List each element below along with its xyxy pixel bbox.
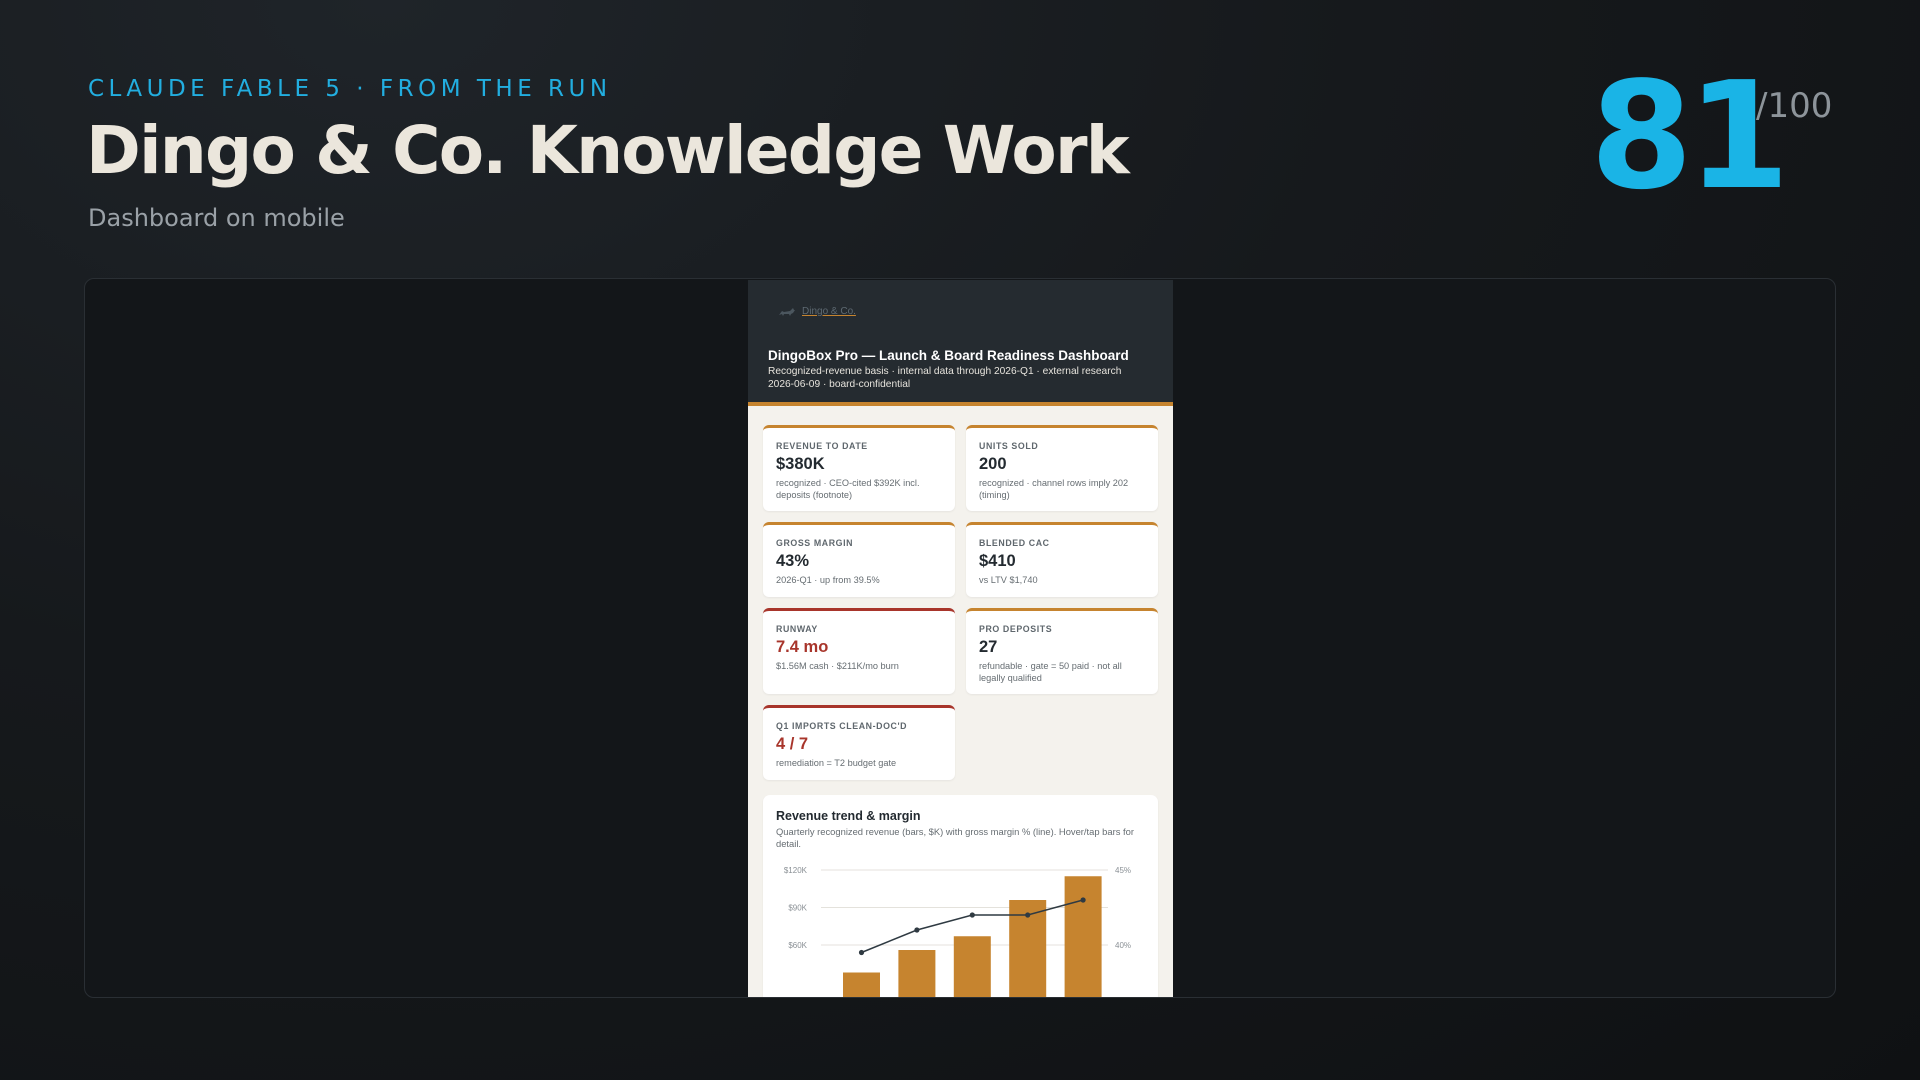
run-eyebrow: CLAUDE FABLE 5 · FROM THE RUN <box>88 76 612 102</box>
kpi-note: 2026-Q1 · up from 39.5% <box>776 575 880 585</box>
y-tick-label: $120K <box>784 866 808 875</box>
dashboard-subtitle: Recognized-revenue basis · internal data… <box>768 366 1122 390</box>
kpi-card-imports: Q1 IMPORTS CLEAN-DOC'D 4 / 7 remediation… <box>763 705 955 780</box>
page-subtitle: Dashboard on mobile <box>88 204 345 232</box>
brand[interactable]: Dingo & Co. <box>778 306 856 317</box>
revenue-bar <box>898 950 936 997</box>
kpi-grid: REVENUE TO DATE $380K recognized · CEO-c… <box>763 425 1158 780</box>
revenue-bar <box>953 936 991 997</box>
brand-name[interactable]: Dingo & Co. <box>802 306 856 317</box>
kpi-label: BLENDED CAC <box>979 538 1050 548</box>
kpi-label: PRO DEPOSITS <box>979 624 1053 634</box>
kpi-note: recognized · channel rows imply 202 (tim… <box>979 478 1129 500</box>
screenshot-frame: Dingo & Co. DingoBox Pro — Launch & Boar… <box>84 278 1836 998</box>
kpi-value: 43% <box>776 552 810 570</box>
kpi-value: 200 <box>979 455 1007 473</box>
kpi-note: vs LTV $1,740 <box>979 575 1038 585</box>
kpi-value: $410 <box>979 552 1016 570</box>
revenue-bar <box>843 972 880 997</box>
revenue-chart-card: Revenue trend & margin Quarterly recogni… <box>763 795 1158 997</box>
dashboard-title: DingoBox Pro — Launch & Board Readiness … <box>768 348 1129 363</box>
kpi-value: $380K <box>776 455 825 473</box>
kpi-value: 4 / 7 <box>776 735 809 753</box>
margin-point <box>1025 912 1031 918</box>
revenue-bar <box>1064 876 1102 997</box>
kpi-value: 7.4 mo <box>776 638 829 656</box>
score-max: /100 <box>1756 86 1833 126</box>
kpi-note: refundable · gate = 50 paid · not all le… <box>979 661 1122 683</box>
y2-tick-label: 45% <box>1115 866 1131 875</box>
kpi-label: Q1 IMPORTS CLEAN-DOC'D <box>776 721 908 731</box>
score-value: 81 <box>1590 50 1790 222</box>
y-tick-label: $60K <box>788 941 807 950</box>
kpi-note: remediation = T2 budget gate <box>776 758 897 768</box>
kpi-label: GROSS MARGIN <box>776 538 854 548</box>
kpi-value: 27 <box>979 638 998 656</box>
y2-tick-label: 40% <box>1115 941 1131 950</box>
kpi-card-deposits: PRO DEPOSITS 27 refundable · gate = 50 p… <box>966 608 1158 694</box>
margin-point <box>858 949 865 956</box>
kpi-card-gross-margin: GROSS MARGIN 43% 2026-Q1 · up from 39.5% <box>763 522 955 597</box>
margin-point <box>1080 897 1086 903</box>
dashboard-header: Dingo & Co. DingoBox Pro — Launch & Boar… <box>748 280 1173 406</box>
margin-point <box>914 927 920 933</box>
kpi-card-cac: BLENDED CAC $410 vs LTV $1,740 <box>966 522 1158 597</box>
kpi-note: $1.56M cash · $211K/mo burn <box>776 661 899 671</box>
dingo-logo-icon <box>779 307 795 316</box>
kpi-card-runway: RUNWAY 7.4 mo $1.56M cash · $211K/mo bur… <box>763 608 955 694</box>
kpi-label: UNITS SOLD <box>979 441 1039 451</box>
y-tick-label: $90K <box>788 904 807 913</box>
kpi-label: RUNWAY <box>776 624 818 634</box>
kpi-card-units: UNITS SOLD 200 recognized · channel rows… <box>966 425 1158 511</box>
revenue-margin-chart: $120K $90K $60K 45% 40% <box>784 866 1131 997</box>
kpi-label: REVENUE TO DATE <box>776 441 868 451</box>
margin-point <box>969 912 975 918</box>
mobile-viewport[interactable]: Dingo & Co. DingoBox Pro — Launch & Boar… <box>748 280 1173 997</box>
kpi-note: recognized · CEO-cited $392K incl. depos… <box>776 478 920 500</box>
page-title: Dingo & Co. Knowledge Work <box>86 112 1130 189</box>
kpi-card-revenue: REVENUE TO DATE $380K recognized · CEO-c… <box>763 425 955 511</box>
